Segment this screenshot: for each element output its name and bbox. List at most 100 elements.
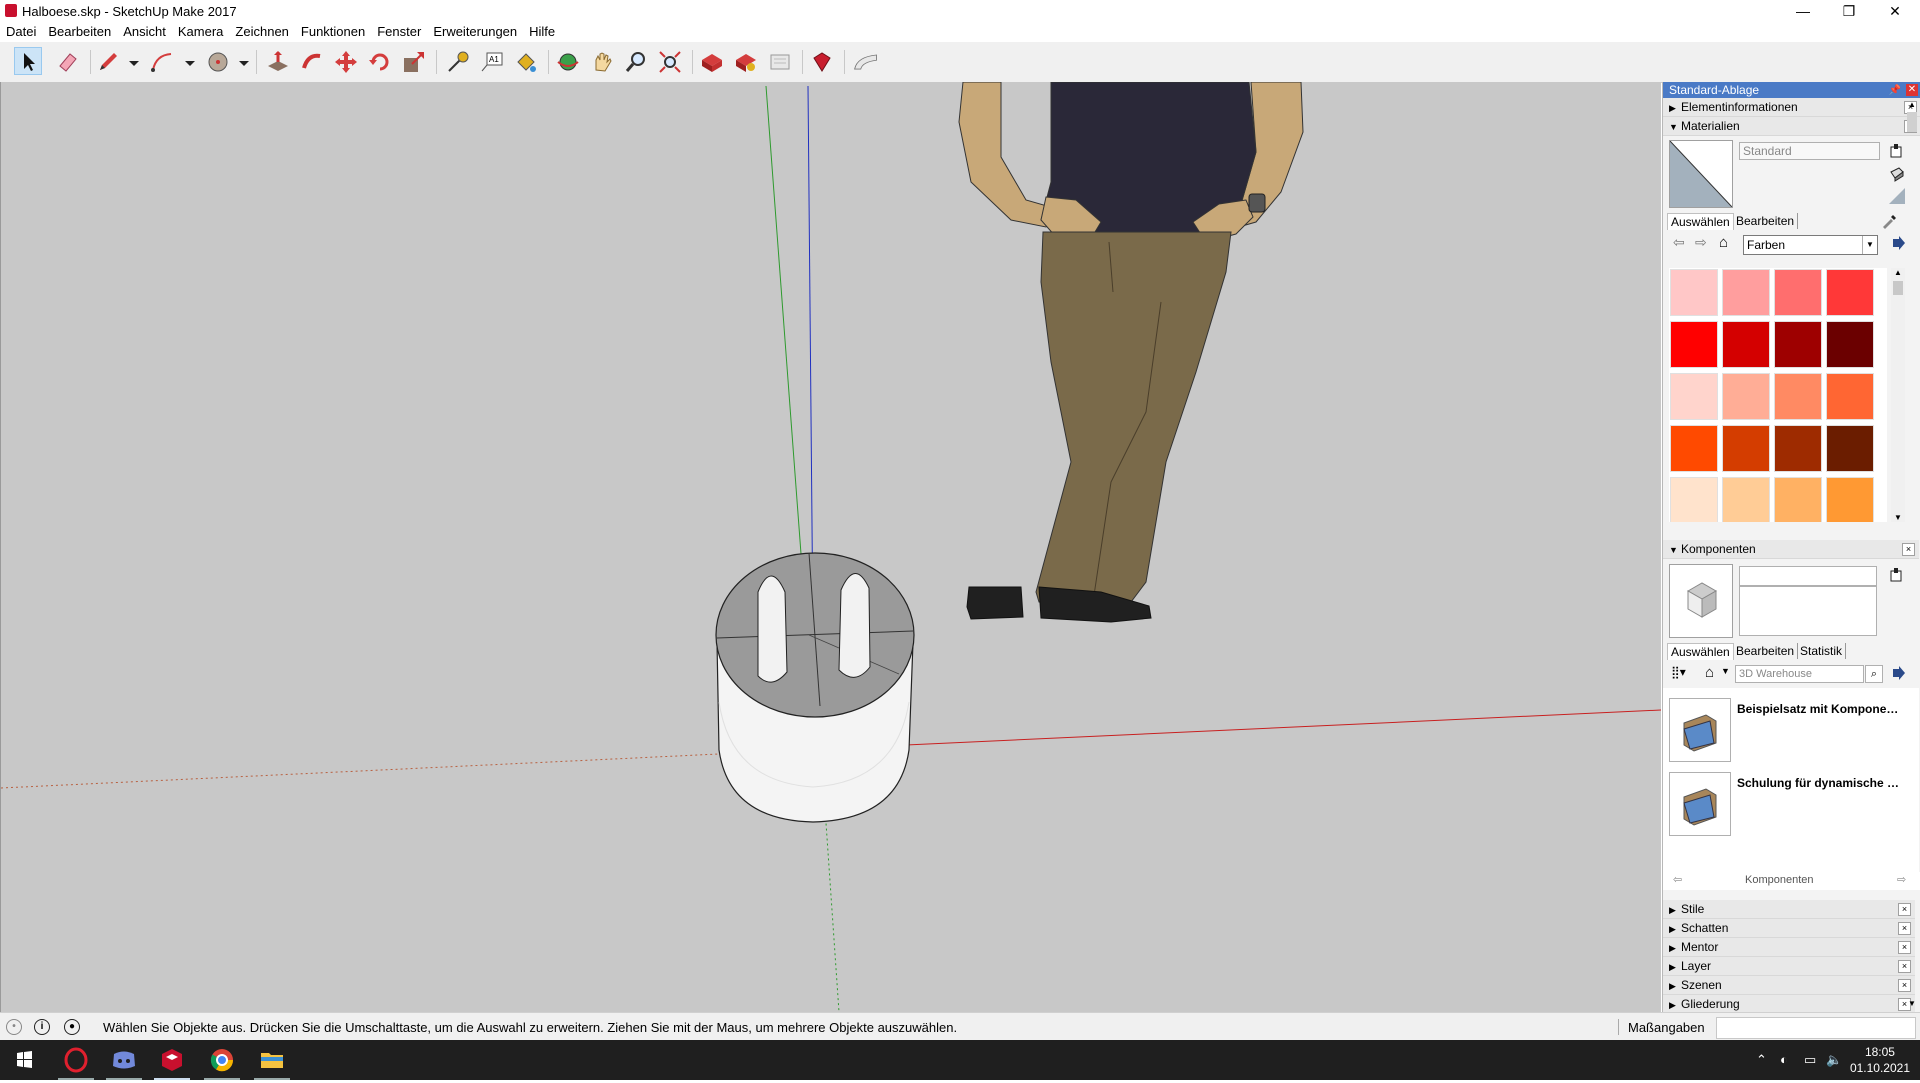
- section-szenen[interactable]: ▶ Szenen ×: [1663, 976, 1915, 995]
- windows-start-icon[interactable]: [0, 1040, 48, 1080]
- menu-bearbeiten[interactable]: Bearbeiten: [42, 22, 117, 42]
- color-swatch[interactable]: [1722, 321, 1770, 368]
- sandbox-icon[interactable]: [852, 48, 884, 76]
- layout-icon[interactable]: [766, 48, 794, 76]
- discord-icon[interactable]: [100, 1040, 148, 1080]
- section-schatten[interactable]: ▶ Schatten ×: [1663, 919, 1915, 938]
- zoom-tool-icon[interactable]: [622, 48, 650, 76]
- eyedropper-icon[interactable]: [1881, 213, 1897, 229]
- color-swatch[interactable]: [1774, 373, 1822, 420]
- drawing-viewport[interactable]: [0, 82, 1661, 1012]
- pencil-tool-icon[interactable]: [94, 48, 122, 76]
- pencil-dropdown-icon[interactable]: [120, 48, 139, 76]
- 3d-warehouse-icon[interactable]: [698, 48, 726, 76]
- details-arrow-icon[interactable]: [1891, 236, 1905, 250]
- forward-arrow-icon[interactable]: ⇨: [1695, 234, 1707, 251]
- chevron-down-icon[interactable]: ▼: [1721, 666, 1730, 676]
- tab-bearbeiten[interactable]: Bearbeiten: [1733, 643, 1799, 659]
- tab-statistik[interactable]: Statistik: [1797, 643, 1847, 659]
- section-materialien[interactable]: ▼Materialien×: [1663, 117, 1920, 136]
- volume-icon[interactable]: 🔈: [1826, 1052, 1842, 1068]
- menu-erweiterungen[interactable]: Erweiterungen: [427, 22, 523, 42]
- text-tool-icon[interactable]: A1: [478, 48, 506, 76]
- section-stile[interactable]: ▶ Stile ×: [1663, 900, 1915, 919]
- color-swatch[interactable]: [1774, 425, 1822, 472]
- scale-tool-icon[interactable]: [400, 48, 428, 76]
- select-tool-icon[interactable]: [14, 47, 42, 75]
- sample-default-icon[interactable]: [1889, 188, 1905, 204]
- color-swatch[interactable]: [1826, 321, 1874, 368]
- tab-auswaehlen[interactable]: Auswählen: [1667, 213, 1734, 230]
- section-mentor[interactable]: ▶ Mentor ×: [1663, 938, 1915, 957]
- create-material-icon[interactable]: [1889, 144, 1903, 158]
- color-swatch[interactable]: [1670, 373, 1718, 420]
- section-layer[interactable]: ▶ Layer ×: [1663, 957, 1915, 976]
- tab-auswaehlen[interactable]: Auswählen: [1667, 643, 1734, 660]
- list-item[interactable]: Schulung für dynamische …: [1669, 772, 1913, 838]
- extension-warehouse-icon[interactable]: [732, 48, 760, 76]
- color-swatch[interactable]: [1826, 373, 1874, 420]
- section-komponenten[interactable]: ▼ Komponenten ×: [1663, 540, 1919, 559]
- color-swatch[interactable]: [1826, 269, 1874, 316]
- back-arrow-icon[interactable]: ⇦: [1673, 234, 1685, 251]
- maximize-button[interactable]: ❐: [1826, 0, 1872, 22]
- menu-funktionen[interactable]: Funktionen: [295, 22, 371, 42]
- menu-ansicht[interactable]: Ansicht: [117, 22, 172, 42]
- color-swatch[interactable]: [1826, 425, 1874, 472]
- tray-scrollbar[interactable]: ▲ ▼: [1905, 100, 1919, 1008]
- component-description-field[interactable]: [1739, 586, 1877, 636]
- opera-icon[interactable]: [52, 1040, 100, 1080]
- sign-in-icon[interactable]: ●: [64, 1019, 80, 1035]
- section-elementinformationen[interactable]: ▶ Elementinformationen ×: [1663, 98, 1920, 117]
- pin-icon[interactable]: 📌: [1889, 83, 1901, 99]
- color-swatch[interactable]: [1722, 425, 1770, 472]
- view-options-icon[interactable]: ⣿▾: [1671, 665, 1686, 679]
- component-create-icon[interactable]: [1889, 568, 1903, 582]
- close-button[interactable]: ✕: [1872, 0, 1918, 22]
- menu-hilfe[interactable]: Hilfe: [523, 22, 561, 42]
- color-swatch[interactable]: [1670, 321, 1718, 368]
- search-icon[interactable]: ⌕: [1865, 665, 1883, 683]
- menu-zeichnen[interactable]: Zeichnen: [229, 22, 294, 42]
- color-swatch[interactable]: [1722, 269, 1770, 316]
- paint-bucket-tool-icon[interactable]: [512, 48, 540, 76]
- color-swatch[interactable]: [1670, 477, 1718, 522]
- color-swatch[interactable]: [1774, 269, 1822, 316]
- color-swatch[interactable]: [1670, 425, 1718, 472]
- color-swatch[interactable]: [1826, 477, 1874, 522]
- orbit-tool-icon[interactable]: [554, 48, 582, 76]
- menu-kamera[interactable]: Kamera: [172, 22, 230, 42]
- warehouse-search-input[interactable]: 3D Warehouse: [1735, 665, 1864, 683]
- move-tool-icon[interactable]: [332, 48, 360, 76]
- chevron-up-icon[interactable]: ⌃: [1756, 1052, 1767, 1068]
- menu-datei[interactable]: Datei: [0, 22, 42, 42]
- pan-tool-icon[interactable]: [588, 48, 616, 76]
- back-arrow-icon[interactable]: ⇦: [1673, 873, 1682, 886]
- color-swatch[interactable]: [1774, 477, 1822, 522]
- rotate-tool-icon[interactable]: [366, 48, 394, 76]
- shapes-tool-icon[interactable]: [204, 48, 232, 76]
- home-icon[interactable]: ⌂: [1705, 664, 1714, 681]
- file-explorer-icon[interactable]: [248, 1040, 296, 1080]
- chrome-icon[interactable]: [198, 1040, 246, 1080]
- network-globe-icon[interactable]: ◐: [1780, 1052, 1788, 1067]
- eraser-tool-icon[interactable]: [54, 48, 82, 76]
- home-icon[interactable]: ⌂: [1719, 234, 1728, 251]
- geolocation-icon[interactable]: •: [6, 1019, 22, 1035]
- tab-bearbeiten[interactable]: Bearbeiten: [1733, 213, 1799, 229]
- system-clock[interactable]: 18:05 01.10.2021: [1850, 1044, 1910, 1076]
- material-collection-select[interactable]: Farben ▼: [1743, 235, 1878, 255]
- arc-dropdown-icon[interactable]: [176, 48, 195, 76]
- color-swatch[interactable]: [1722, 477, 1770, 522]
- details-arrow-icon[interactable]: [1891, 666, 1905, 680]
- sketchup-taskbar-icon[interactable]: [148, 1040, 196, 1080]
- tape-measure-tool-icon[interactable]: [444, 48, 472, 76]
- paint-default-icon[interactable]: [1889, 166, 1905, 182]
- component-name-field[interactable]: [1739, 566, 1877, 586]
- material-name-field[interactable]: Standard: [1739, 142, 1880, 160]
- zoom-extents-tool-icon[interactable]: [656, 48, 684, 76]
- measurements-input[interactable]: [1716, 1017, 1916, 1039]
- network-icon[interactable]: ▭: [1804, 1052, 1816, 1068]
- tray-close-icon[interactable]: ✕: [1906, 84, 1918, 96]
- menu-fenster[interactable]: Fenster: [371, 22, 427, 42]
